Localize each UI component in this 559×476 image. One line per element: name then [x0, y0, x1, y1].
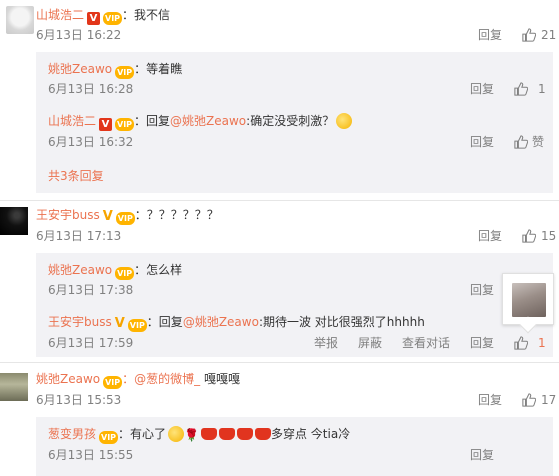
like-label[interactable]: 赞 — [532, 134, 544, 150]
comment-time: 6月13日 17:13 — [36, 229, 122, 243]
username-link[interactable]: 王安宇buss — [48, 315, 112, 329]
liker-avatar[interactable] — [512, 283, 546, 317]
vip-badge-icon: VIP — [115, 118, 135, 131]
avatar[interactable] — [6, 6, 34, 34]
liker-popup[interactable] — [502, 273, 554, 334]
thumbs-up-icon[interactable] — [522, 393, 537, 407]
reply-button[interactable]: 回复 — [478, 27, 502, 43]
vip-badge-icon: VIP — [115, 267, 135, 280]
avatar[interactable] — [0, 207, 28, 235]
vip-badge-icon: VIP — [115, 212, 135, 225]
username-link[interactable]: 葱变男孩 — [48, 427, 96, 441]
comment-text: 嘎嘎嘎 — [200, 372, 240, 386]
comment-2: 王安宇buss V VIP：？？？？？？ 6月13日 17:13 回复 15 姚弛Z… — [0, 201, 559, 361]
reply-text: ：怎么样 — [134, 263, 183, 277]
reply-text: ：等着瞧 — [134, 62, 183, 76]
username-link[interactable]: 姚弛Zeawo — [48, 62, 112, 76]
reply-list: 姚弛Zeawo VIP ：怎么样 6月13日 17:38 回复 王安宇buss V VI… — [36, 253, 553, 357]
reply-text: ：有心了 — [118, 427, 167, 441]
report-button[interactable]: 举报 — [314, 335, 338, 351]
verified-badge-icon: V — [99, 118, 113, 131]
reply-time: 6月13日 17:59 — [48, 336, 134, 350]
vip-badge-icon: VIP — [99, 431, 119, 444]
red-emoji-icon — [236, 428, 253, 440]
reply-button[interactable]: 回复 — [470, 282, 494, 298]
reply-time: 6月13日 17:38 — [48, 283, 134, 297]
username-link[interactable]: 姚弛Zeawo — [48, 263, 112, 277]
emoji-hug-icon — [168, 426, 185, 442]
reply-button[interactable]: 回复 — [470, 81, 494, 97]
username-link[interactable]: 姚弛Zeawo — [36, 372, 100, 386]
reply-text: :期待一波 对比很强烈了hhhhh — [258, 315, 425, 329]
verified-badge-icon: V — [87, 12, 101, 25]
reply-list: 葱变男孩 VIP ：有心了 🌹 多穿点 今tia冷 6月13日 15:55 回复 — [36, 417, 553, 476]
like-count: 1 — [538, 336, 546, 350]
mention-link[interactable]: @姚弛Zeawo — [183, 315, 259, 329]
like-count: 15 — [541, 229, 557, 243]
vip-badge-icon: VIP — [127, 319, 147, 332]
reply-text-end: 多穿点 今tia冷 — [270, 427, 351, 441]
view-conversation-button[interactable]: 查看对话 — [402, 335, 450, 351]
reply-button[interactable]: 回复 — [478, 392, 502, 408]
emoji-face-icon — [336, 113, 353, 129]
verified-yellow-icon: V — [114, 316, 125, 331]
block-button[interactable]: 屏蔽 — [358, 335, 382, 351]
vip-badge-icon: VIP — [115, 66, 135, 79]
comment-time: 6月13日 16:22 — [36, 28, 122, 42]
red-emoji-icon — [254, 428, 271, 440]
like-count: 1 — [538, 82, 546, 96]
reply-button[interactable]: 回复 — [478, 228, 502, 244]
comment-text: ：？？？？？？ — [134, 208, 219, 222]
reply-button[interactable]: 回复 — [470, 134, 494, 150]
like-count: 17 — [541, 393, 557, 407]
verified-yellow-icon: V — [102, 209, 113, 224]
reply-button[interactable]: 回复 — [470, 335, 494, 351]
thumbs-up-icon[interactable] — [514, 135, 529, 149]
red-emoji-icon — [200, 428, 217, 440]
username-link[interactable]: 王安宇buss — [36, 208, 100, 222]
thumbs-up-icon[interactable] — [522, 28, 537, 42]
like-count: 21 — [541, 28, 557, 42]
username-link[interactable]: 山城浩二 — [48, 114, 96, 128]
vip-badge-icon: VIP — [103, 376, 123, 389]
comment-3: 姚弛Zeawo VIP ：@葱的微博_ 嘎嘎嘎 6月13日 15:53 回复 17 … — [0, 363, 559, 476]
more-replies-link[interactable]: 共3条回复 — [48, 168, 104, 184]
rose-icon: 🌹 — [184, 428, 199, 442]
reply-time: 6月13日 16:28 — [48, 82, 134, 96]
mention-link[interactable]: ：@葱的微博_ — [122, 372, 200, 386]
reply-time: 6月13日 15:55 — [48, 448, 134, 462]
thumbs-up-icon[interactable] — [522, 229, 537, 243]
comment-text: ：我不信 — [122, 8, 171, 22]
thumbs-up-icon[interactable] — [514, 336, 529, 350]
reply-button[interactable]: 回复 — [470, 447, 494, 463]
reply-time: 6月13日 16:32 — [48, 135, 134, 149]
vip-badge-icon: VIP — [103, 12, 123, 25]
avatar[interactable] — [0, 373, 28, 401]
username-link[interactable]: 山城浩二 — [36, 8, 84, 22]
comment-time: 6月13日 15:53 — [36, 393, 122, 407]
red-emoji-icon — [218, 428, 235, 440]
comment-1: 山城浩二 V VIP ：我不信 6月13日 16:22 回复 21 姚弛Zeawo VI… — [0, 0, 559, 200]
reply-text: :确定没受刺激？ — [246, 114, 335, 128]
thumbs-up-icon[interactable] — [514, 82, 529, 96]
reply-list: 姚弛Zeawo VIP ：等着瞧 6月13日 16:28 回复 1 山城浩二 V VIP… — [36, 52, 553, 193]
mention-link[interactable]: @姚弛Zeawo — [170, 114, 246, 128]
